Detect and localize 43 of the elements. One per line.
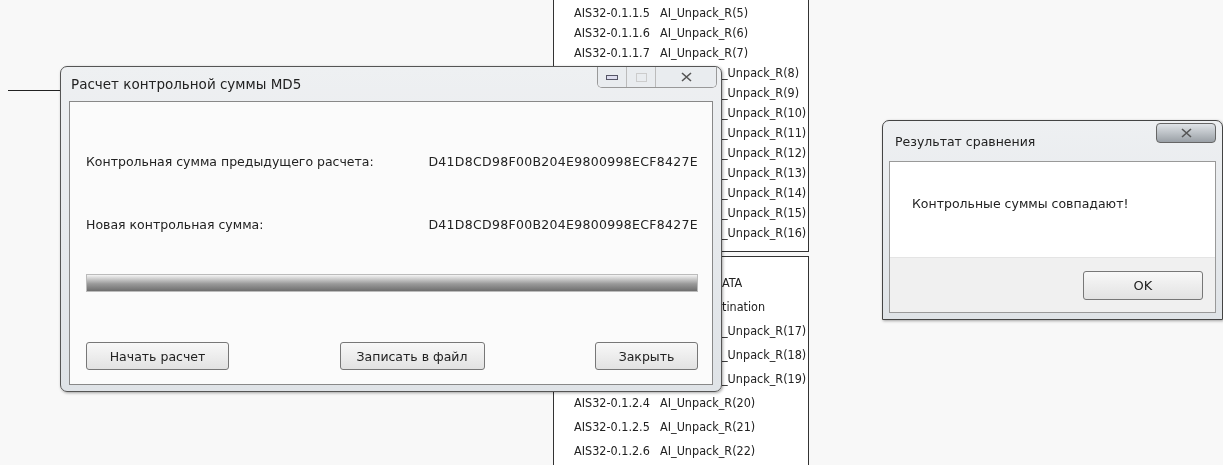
- channel-code: AIS32-0.1.1.7: [574, 45, 651, 60]
- field-label: Новая контрольная сумма:: [86, 217, 264, 232]
- signal-name: _Unpack_R(11): [722, 125, 807, 140]
- checksum-value: D41D8CD98F00B204E9800998ECF8427E: [428, 154, 698, 169]
- signal-name: _Unpack_R(16): [722, 225, 807, 240]
- ok-button[interactable]: OK: [1083, 270, 1203, 300]
- signal-name: ATA: [722, 275, 743, 290]
- signal-name: _Unpack_R(12): [722, 145, 807, 160]
- channel-code: AIS32-0.1.1.5: [574, 5, 651, 20]
- signal-name: tination: [722, 299, 766, 314]
- minimize-icon[interactable]: [606, 74, 618, 80]
- close-button[interactable]: [655, 67, 716, 87]
- signal-name: AI_Unpack_R(20): [660, 395, 756, 410]
- result-message: Контрольные суммы совпадают!: [911, 195, 1130, 213]
- signal-name: _Unpack_R(19): [722, 371, 807, 386]
- channel-code: AIS32-0.1.2.4: [574, 395, 651, 410]
- window-title: Расчет контрольной суммы MD5: [70, 76, 302, 92]
- signal-name: AI_Unpack_R(5): [660, 5, 749, 20]
- signal-name: _Unpack_R(17): [722, 323, 807, 338]
- channel-code: AIS32-0.1.1.6: [574, 25, 651, 40]
- close-dialog-button[interactable]: Закрыть: [595, 342, 698, 370]
- minimize-button[interactable]: [598, 67, 626, 87]
- window-title: Результат сравнения: [894, 133, 1036, 149]
- signal-name: _Unpack_R(13): [722, 165, 807, 180]
- signal-name: _Unpack_R(14): [722, 185, 807, 200]
- signal-name: AI_Unpack_R(21): [660, 419, 756, 434]
- signal-name: AI_Unpack_R(7): [660, 45, 749, 60]
- signal-name: AI_Unpack_R(6): [660, 25, 749, 40]
- channel-code: AIS32-0.1.2.6: [574, 443, 651, 458]
- start-button[interactable]: Начать расчет: [86, 342, 229, 370]
- checksum-value: D41D8CD98F00B204E9800998ECF8427E: [428, 217, 698, 232]
- signal-name: _Unpack_R(8): [722, 65, 800, 80]
- signal-name: _Unpack_R(15): [722, 205, 807, 220]
- signal-name: _Unpack_R(9): [722, 85, 800, 100]
- close-button[interactable]: [1156, 123, 1216, 143]
- signal-name: _Unpack_R(10): [722, 105, 807, 120]
- field-label: Контрольная сумма предыдущего расчета:: [86, 154, 374, 169]
- close-icon[interactable]: [1180, 128, 1192, 138]
- channel-code: AIS32-0.1.2.5: [574, 419, 651, 434]
- signal-name: _Unpack_R(18): [722, 347, 807, 362]
- close-icon[interactable]: [680, 72, 692, 82]
- save-to-file-button[interactable]: Записать в файл: [339, 342, 485, 370]
- signal-name: AI_Unpack_R(22): [660, 443, 756, 458]
